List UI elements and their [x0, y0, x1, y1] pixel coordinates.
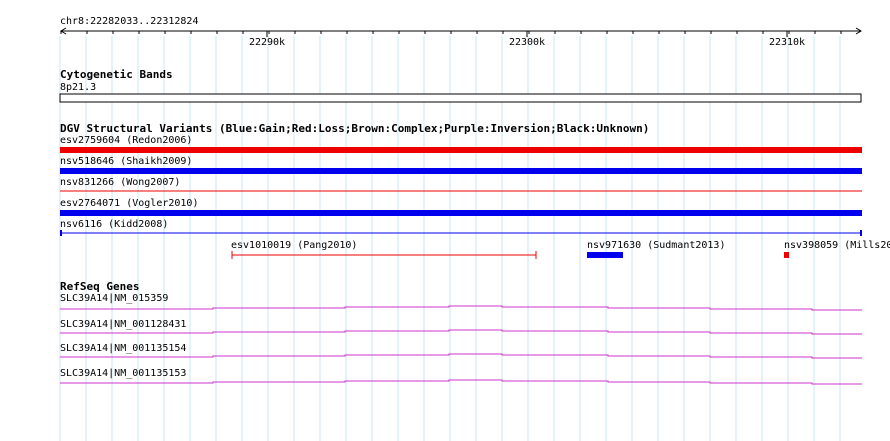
variant-label: nsv971630 (Sudmant2013)	[587, 240, 725, 251]
gene-label: SLC39A14|NM_001135154	[60, 343, 186, 354]
variant-feature[interactable]	[60, 147, 862, 153]
variant-feature[interactable]	[587, 252, 623, 258]
dgv-track: DGV Structural Variants (Blue:Gain;Red:L…	[60, 122, 890, 259]
gene-model[interactable]	[60, 353, 862, 359]
track-title-cytoband: Cytogenetic Bands	[60, 68, 173, 81]
tick-label: 22310k	[769, 37, 805, 48]
variant-label: esv1010019 (Pang2010)	[231, 240, 357, 251]
locus-label: chr8:22282033..22312824	[60, 16, 198, 27]
gene-model[interactable]	[60, 305, 862, 311]
variant-label: nsv398059 (Mills2011)	[784, 240, 890, 251]
refseq-track: RefSeq Genes SLC39A14|NM_015359 SLC39A14…	[60, 280, 862, 385]
cytoband-feature[interactable]	[59, 93, 862, 103]
tick-label: 22300k	[509, 37, 545, 48]
gene-model[interactable]	[60, 379, 862, 385]
gene-label: SLC39A14|NM_001128431	[60, 319, 186, 330]
gene-label: SLC39A14|NM_001135153	[60, 368, 186, 379]
variant-feature[interactable]	[60, 210, 862, 216]
tick-label: 22290k	[249, 37, 285, 48]
track-view: chr8:22282033..22312824 22290k 22300k 22…	[59, 16, 890, 441]
cytoband-track[interactable]: Cytogenetic Bands 8p21.3	[59, 68, 862, 103]
track-title-refseq: RefSeq Genes	[60, 280, 139, 293]
gene-model[interactable]	[60, 329, 862, 335]
variant-label: nsv6116 (Kidd2008)	[60, 219, 168, 230]
variant-feature[interactable]	[784, 252, 789, 258]
variant-label: nsv831266 (Wong2007)	[60, 177, 180, 188]
genome-browser: chr8:22282033..22312824 22290k 22300k 22…	[0, 0, 890, 441]
variant-label: esv2759604 (Redon2006)	[60, 135, 192, 146]
ruler-track: chr8:22282033..22312824 22290k 22300k 22…	[60, 16, 862, 48]
variant-label: esv2764071 (Vogler2010)	[60, 198, 198, 209]
cytoband-label: 8p21.3	[60, 82, 96, 93]
track-title-dgv: DGV Structural Variants (Blue:Gain;Red:L…	[60, 122, 649, 135]
gene-label: SLC39A14|NM_015359	[60, 293, 168, 304]
variant-label: nsv518646 (Shaikh2009)	[60, 156, 192, 167]
variant-feature[interactable]	[60, 168, 862, 174]
